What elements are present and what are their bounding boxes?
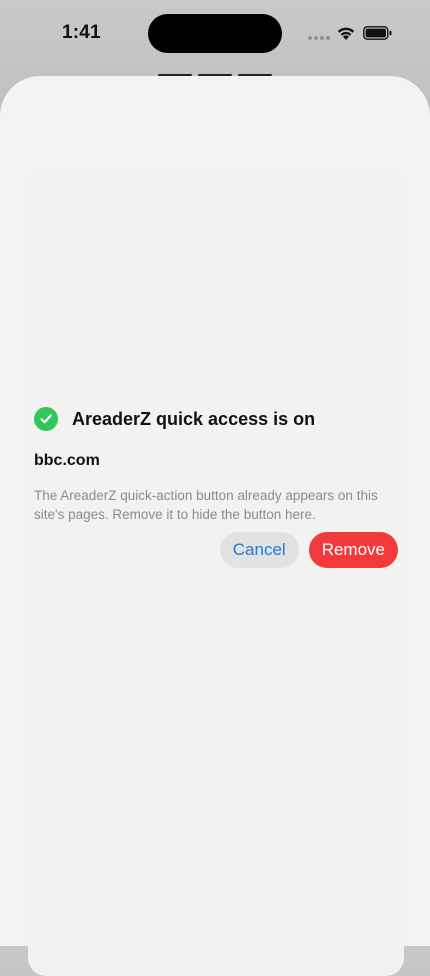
dialog-title: AreaderZ quick access is on xyxy=(72,408,316,429)
checkmark-circle-icon xyxy=(34,407,58,431)
cancel-button[interactable]: Cancel xyxy=(219,532,299,568)
status-bar: 1:41 xyxy=(0,0,430,68)
dynamic-island xyxy=(148,14,282,53)
wifi-icon xyxy=(336,25,356,46)
quick-access-dialog: AreaderZ quick access is on bbc.com The … xyxy=(34,406,398,568)
sheet-content-area xyxy=(28,172,404,976)
remove-button[interactable]: Remove xyxy=(308,532,398,568)
battery-icon xyxy=(363,26,393,46)
dialog-title-row: AreaderZ quick access is on xyxy=(34,406,398,432)
status-time: 1:41 xyxy=(62,22,101,43)
dialog-description: The AreaderZ quick-action button already… xyxy=(34,488,378,522)
cellular-signal-icon xyxy=(308,36,330,40)
dialog-actions: Cancel Remove xyxy=(219,532,398,568)
site-domain: bbc.com xyxy=(34,452,100,469)
